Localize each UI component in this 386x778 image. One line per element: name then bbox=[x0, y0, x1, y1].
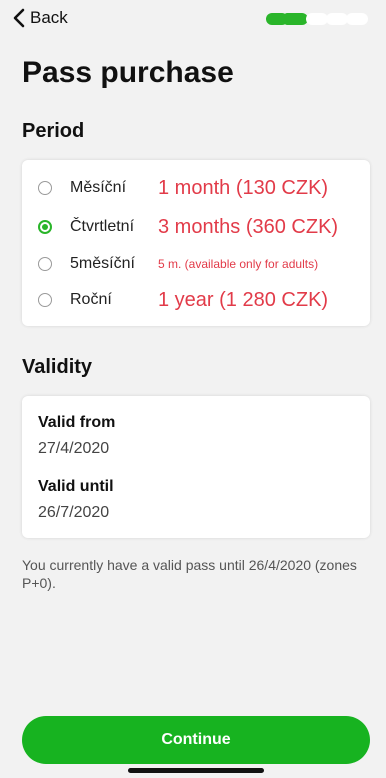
period-option-label: 5měsíční bbox=[70, 255, 135, 272]
radio-button-selected[interactable] bbox=[38, 220, 52, 234]
radio-button[interactable] bbox=[38, 293, 52, 307]
period-option-quarterly[interactable]: Čtvrtletní 3 months (360 CZK) bbox=[38, 212, 368, 242]
period-option-price: 1 month (130 CZK) bbox=[158, 176, 329, 199]
progress-step-4 bbox=[326, 13, 348, 25]
continue-button[interactable]: Continue bbox=[22, 716, 370, 764]
valid-from-value: 27/4/2020 bbox=[38, 440, 110, 457]
back-label: Back bbox=[30, 8, 68, 27]
period-option-label: Roční bbox=[70, 291, 112, 308]
progress-step-5 bbox=[346, 13, 368, 25]
radio-button[interactable] bbox=[38, 181, 52, 195]
radio-button[interactable] bbox=[38, 257, 52, 271]
progress-step-3 bbox=[306, 13, 328, 25]
chevron-left-icon bbox=[13, 8, 25, 28]
period-heading: Period bbox=[22, 120, 85, 142]
validity-card: Valid from 27/4/2020 Valid until 26/7/20… bbox=[22, 396, 370, 538]
current-pass-note: You currently have a valid pass until 26… bbox=[22, 557, 357, 591]
period-option-five-month[interactable]: 5měsíční 5 m. (available only for adults… bbox=[38, 249, 368, 279]
valid-until-label: Valid until bbox=[38, 478, 114, 495]
period-option-label: Čtvrtletní bbox=[70, 218, 135, 235]
valid-from-label: Valid from bbox=[38, 414, 116, 431]
validity-heading: Validity bbox=[22, 356, 93, 378]
period-option-label: Měsíční bbox=[70, 179, 127, 196]
period-option-yearly[interactable]: Roční 1 year (1 280 CZK) bbox=[38, 285, 368, 315]
back-button[interactable]: Back bbox=[12, 8, 68, 28]
step-progress bbox=[266, 13, 368, 25]
period-option-price: 1 year (1 280 CZK) bbox=[158, 288, 329, 311]
page-title: Pass purchase bbox=[22, 56, 234, 89]
period-card: Měsíční 1 month (130 CZK) Čtvrtletní 3 m… bbox=[22, 160, 370, 326]
period-option-monthly[interactable]: Měsíční 1 month (130 CZK) bbox=[38, 173, 368, 203]
period-option-price: 5 m. (available only for adults) bbox=[158, 257, 319, 271]
progress-step-2 bbox=[284, 13, 308, 25]
top-bar: Back bbox=[0, 0, 386, 40]
home-indicator bbox=[128, 768, 264, 773]
period-option-price: 3 months (360 CZK) bbox=[158, 215, 339, 238]
valid-until-value: 26/7/2020 bbox=[38, 504, 110, 521]
